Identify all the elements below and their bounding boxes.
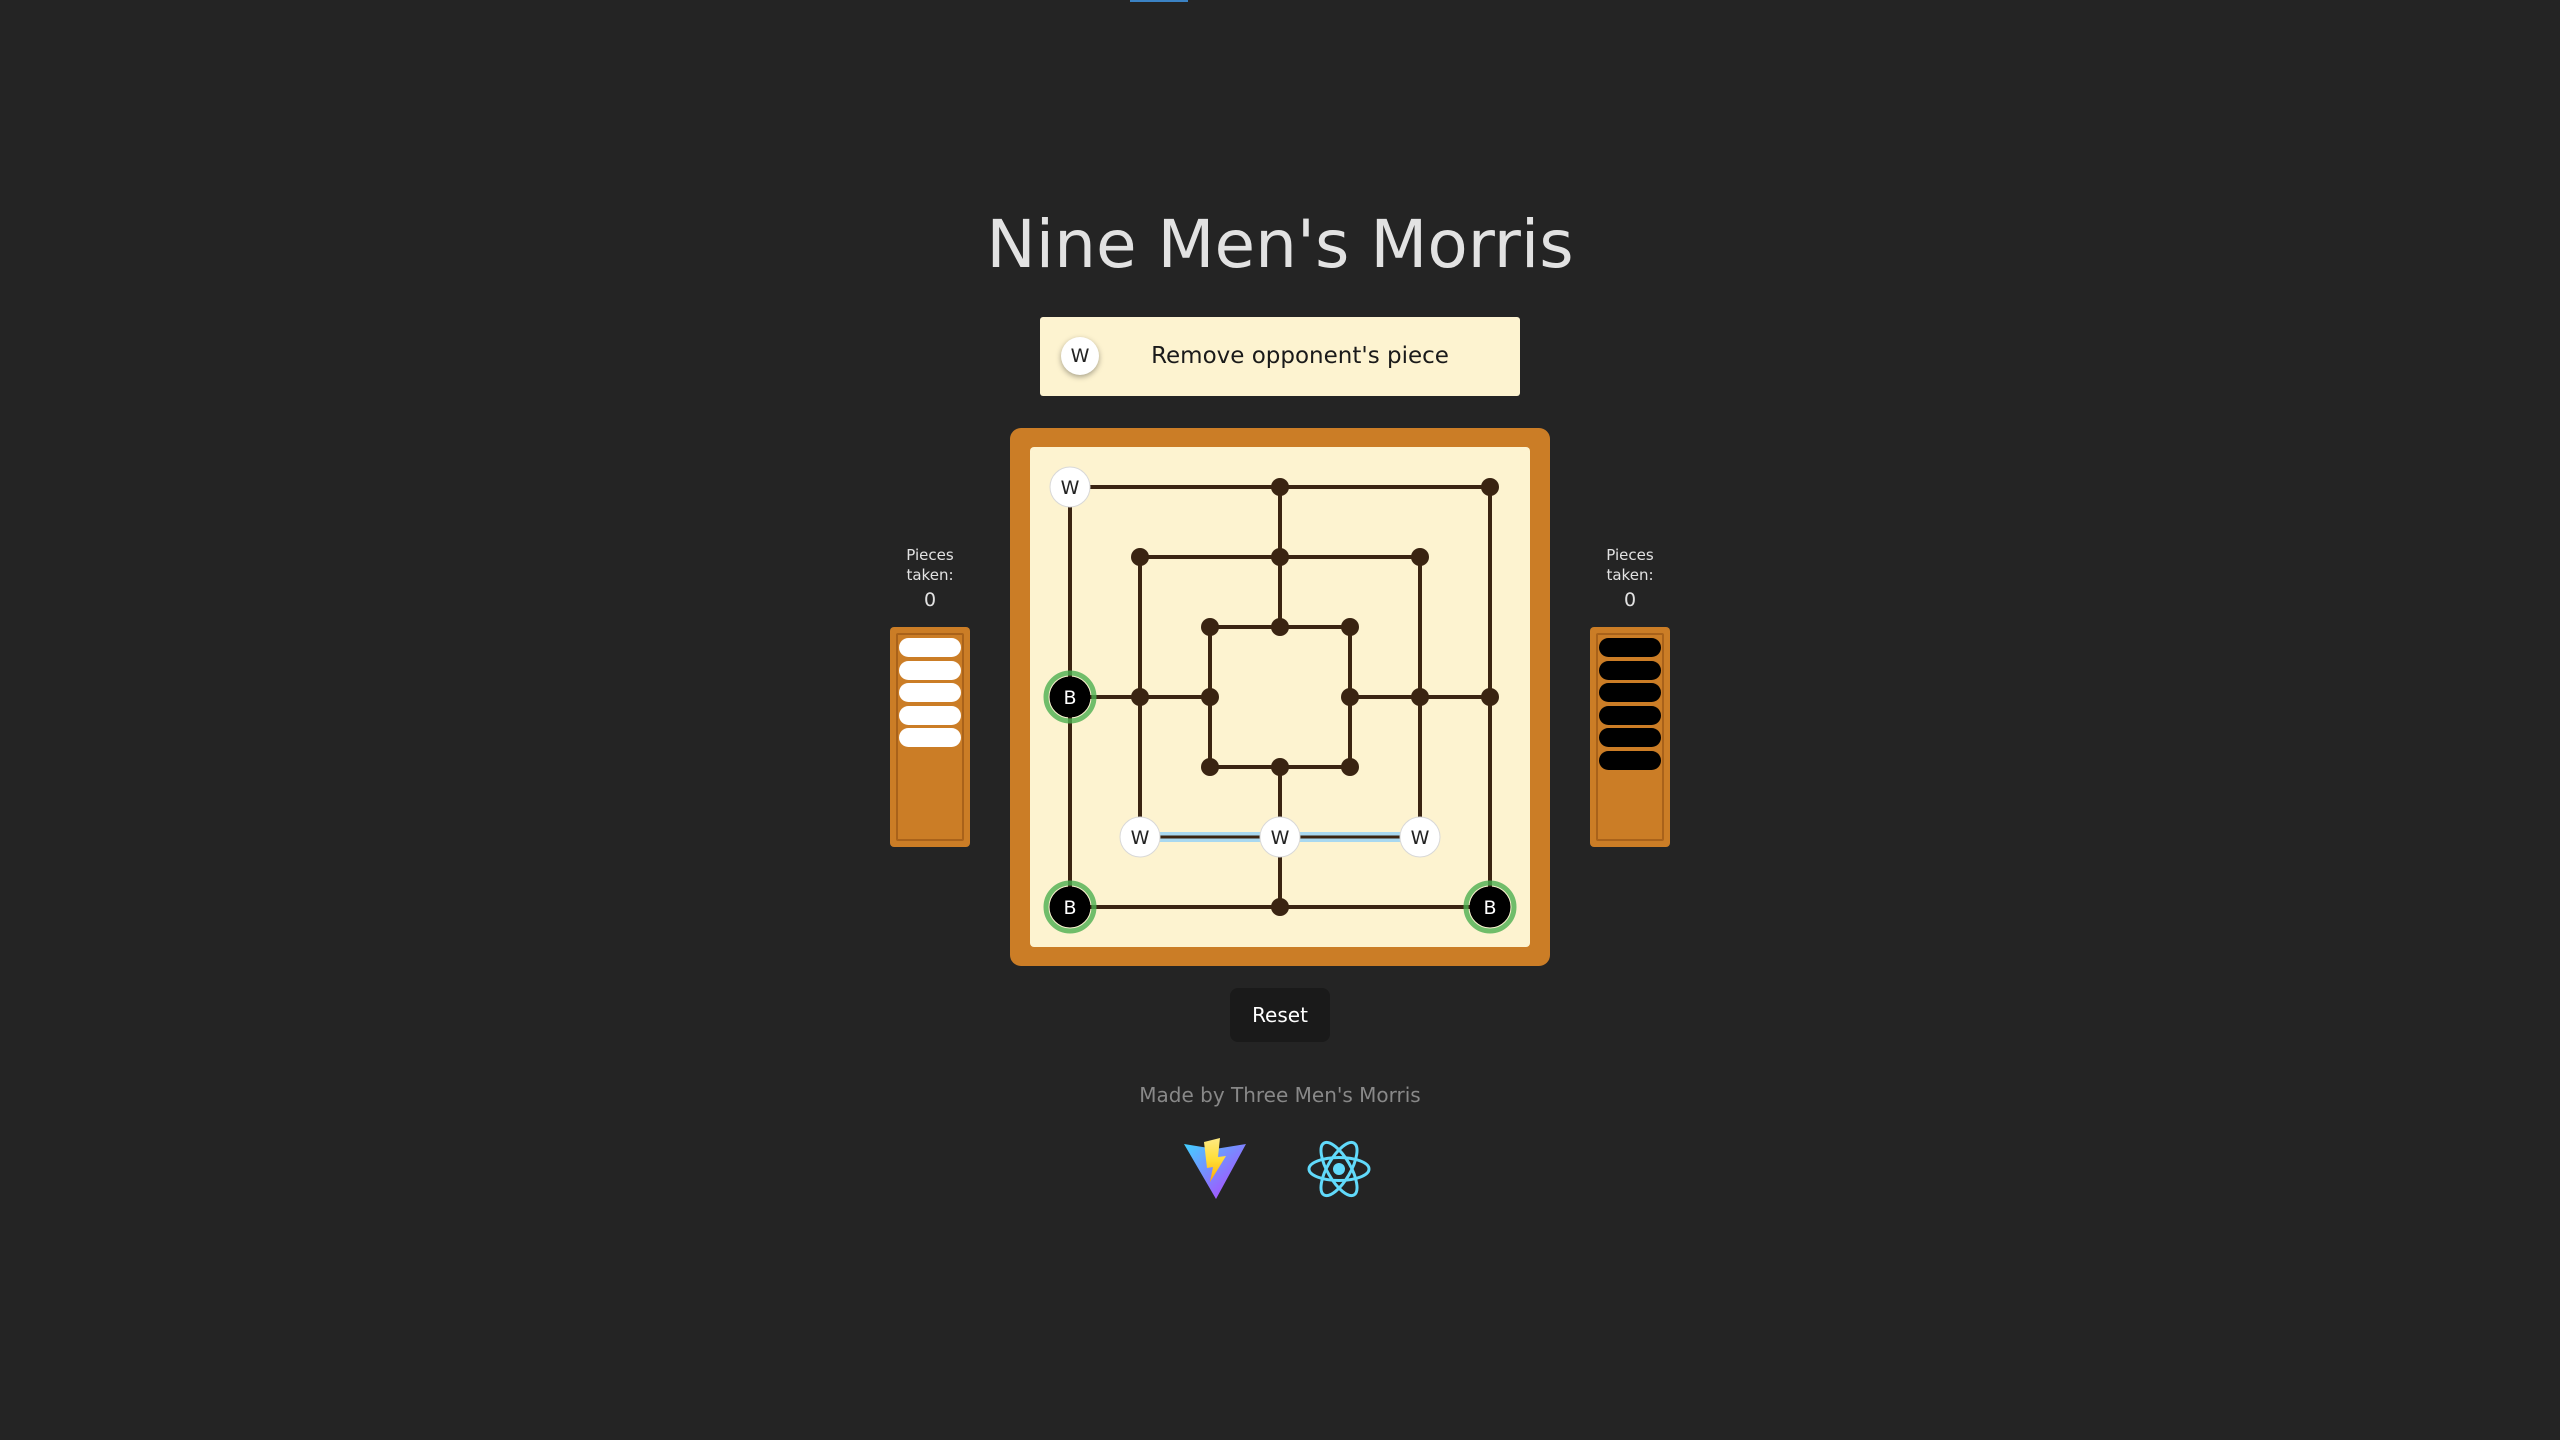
piece-label: W	[1271, 827, 1290, 849]
page-title: Nine Men's Morris	[986, 206, 1574, 283]
board-point-inner-middle-right[interactable]	[1341, 688, 1359, 706]
tray-piece	[1599, 683, 1661, 702]
piece-white[interactable]: W	[1049, 466, 1091, 508]
tray-piece	[1599, 705, 1661, 725]
board-point-middle-middle-left[interactable]	[1131, 688, 1149, 706]
tray-piece	[899, 660, 961, 680]
pieces-taken-count: 0	[1623, 589, 1637, 611]
board-point-outer-top-middle[interactable]	[1271, 478, 1289, 496]
board-point-inner-top-middle[interactable]	[1271, 618, 1289, 636]
left-pieces-taken: Pieces taken: 0	[890, 545, 970, 613]
pieces-taken-count: 0	[923, 589, 937, 611]
tray-piece	[1599, 728, 1661, 747]
tray-piece	[1599, 660, 1661, 680]
tray-piece	[899, 683, 961, 702]
board-point-inner-top-right[interactable]	[1341, 618, 1359, 636]
board-point-middle-middle-right[interactable]	[1411, 688, 1429, 706]
piece-label: W	[1131, 827, 1150, 849]
board-point-inner-top-left[interactable]	[1201, 618, 1219, 636]
status-message: Remove opponent's piece	[1151, 343, 1449, 369]
piece-white[interactable]: W	[1119, 816, 1161, 858]
board-point-middle-top-left[interactable]	[1131, 548, 1149, 566]
piece-white[interactable]: W	[1399, 816, 1441, 858]
board-point-inner-bottom-left[interactable]	[1201, 758, 1219, 776]
game-board: W B B B W W W	[1010, 428, 1550, 966]
react-logo[interactable]	[1306, 1136, 1372, 1206]
piece-black[interactable]: B	[1043, 880, 1097, 934]
left-piece-tray	[890, 627, 970, 847]
piece-label: B	[1483, 897, 1496, 919]
piece-black[interactable]: B	[1043, 670, 1097, 724]
right-pieces-taken: Pieces taken: 0	[1590, 545, 1670, 613]
piece-label: W	[1061, 477, 1080, 499]
board-point-outer-bottom-middle[interactable]	[1271, 898, 1289, 916]
piece-label: W	[1411, 827, 1430, 849]
board-point-middle-top-right[interactable]	[1411, 548, 1429, 566]
tray-piece	[899, 705, 961, 725]
reset-button[interactable]: Reset	[1230, 988, 1330, 1042]
board-point-inner-bottom-middle[interactable]	[1271, 758, 1289, 776]
credit-text: Made by Three Men's Morris	[1139, 1083, 1421, 1107]
top-tab-indicator	[1130, 0, 1188, 2]
board-point-inner-bottom-right[interactable]	[1341, 758, 1359, 776]
tray-piece	[1599, 750, 1661, 770]
tray-piece	[899, 728, 961, 747]
piece-label: B	[1063, 897, 1076, 919]
board-grid: W B B B W W W	[1043, 466, 1517, 934]
tray-piece	[1599, 638, 1661, 657]
status-banner: W Remove opponent's piece	[1040, 317, 1520, 396]
piece-white[interactable]: W	[1259, 816, 1301, 858]
pieces-taken-label: Pieces taken:	[1606, 546, 1654, 584]
board-point-outer-top-right[interactable]	[1481, 478, 1499, 496]
board-surface: W B B B W W W	[1030, 447, 1530, 947]
tray-piece	[899, 638, 961, 657]
vite-logo[interactable]	[1182, 1136, 1248, 1206]
piece-black[interactable]: B	[1463, 880, 1517, 934]
board-point-inner-middle-left[interactable]	[1201, 688, 1219, 706]
board-point-middle-top-middle[interactable]	[1271, 548, 1289, 566]
pieces-taken-label: Pieces taken:	[906, 546, 954, 584]
board-point-outer-middle-right[interactable]	[1481, 688, 1499, 706]
right-piece-tray	[1590, 627, 1670, 847]
inner-square	[1208, 625, 1352, 769]
piece-label: B	[1063, 687, 1076, 709]
